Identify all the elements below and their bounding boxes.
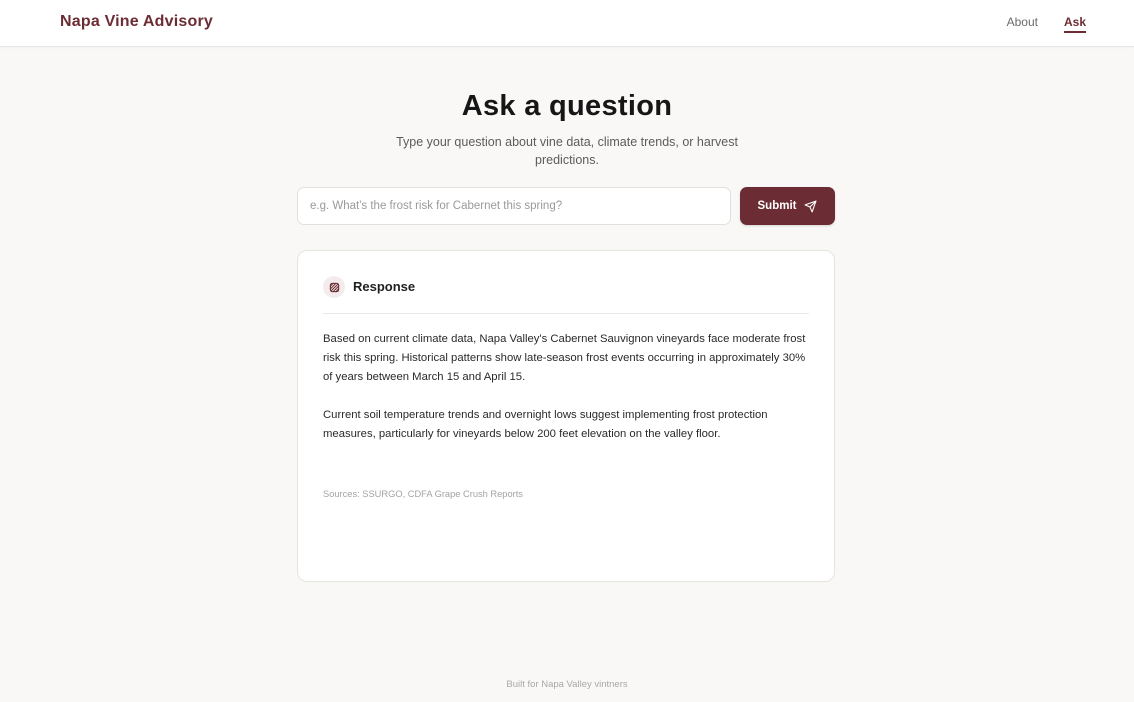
nav-link-about[interactable]: About: [1007, 15, 1038, 33]
response-sources: Sources: SSURGO, CDFA Grape Crush Report…: [323, 489, 523, 499]
response-paragraph: Current soil temperature trends and over…: [323, 409, 768, 440]
response-body: Based on current climate data, Napa Vall…: [323, 330, 813, 444]
grape-icon: [323, 276, 345, 298]
submit-button[interactable]: Submit: [740, 187, 835, 225]
response-card: Response Based on current climate data, …: [297, 250, 835, 582]
page-subtitle: Type your question about vine data, clim…: [396, 135, 738, 167]
response-title: Response: [353, 279, 416, 294]
send-icon: [805, 200, 817, 212]
main-nav: About Ask: [1007, 15, 1086, 33]
nav-link-ask[interactable]: Ask: [1063, 15, 1086, 33]
response-header: Response: [323, 276, 809, 314]
footer-text: Built for Napa Valley vintners: [506, 679, 628, 690]
brand-logo[interactable]: Napa Vine Advisory: [60, 13, 213, 31]
question-input[interactable]: [297, 187, 731, 225]
top-bar: Napa Vine Advisory About Ask: [0, 0, 1134, 47]
page-title: Ask a question: [461, 90, 673, 122]
submit-label: Submit: [757, 200, 797, 212]
response-paragraph: Based on current climate data, Napa Vall…: [323, 333, 806, 383]
